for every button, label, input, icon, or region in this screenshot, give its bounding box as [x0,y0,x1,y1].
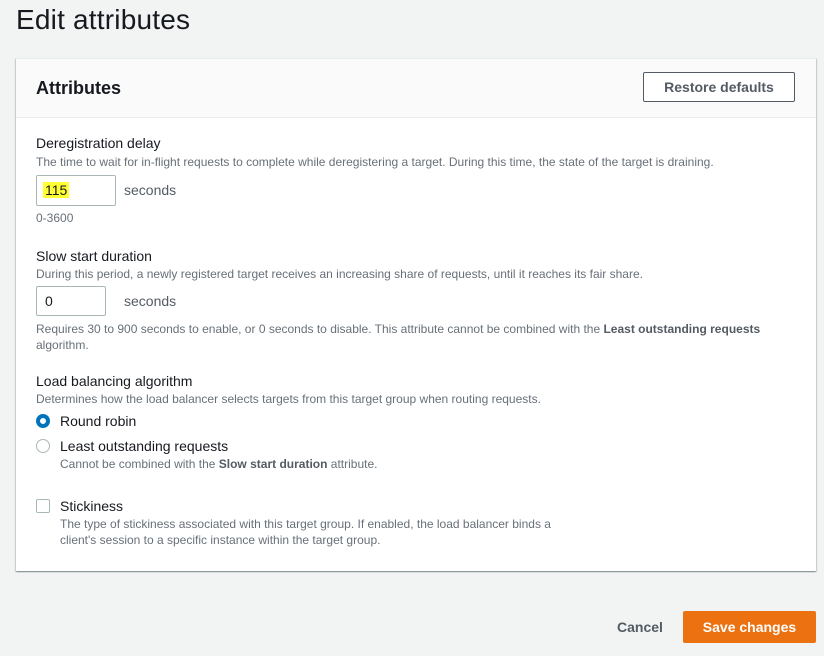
slow-start-duration-input[interactable]: 0 [36,286,106,316]
load-balancing-algorithm-label: Load balancing algorithm [36,373,193,389]
panel-header: Attributes Restore defaults [16,59,816,118]
stickiness-description-line1: The type of stickiness associated with t… [60,517,551,531]
least-outstanding-requests-radio[interactable] [36,439,50,453]
deregistration-delay-description: The time to wait for in-flight requests … [36,155,714,169]
deregistration-delay-unit: seconds [124,182,177,198]
stickiness-checkbox[interactable] [36,499,50,513]
load-balancing-algorithm-description: Determines how the load balancer selects… [36,392,541,406]
round-robin-radio[interactable] [36,414,50,428]
cancel-button[interactable]: Cancel [606,611,674,643]
page-title: Edit attributes [16,4,191,35]
deregistration-delay-constraint: 0-3600 [36,211,74,225]
save-changes-button[interactable]: Save changes [683,611,816,643]
least-outstanding-requests-label[interactable]: Least outstanding requests [60,438,228,454]
panel-title: Attributes [36,78,121,98]
slow-start-duration-unit: seconds [124,293,177,309]
restore-defaults-button[interactable]: Restore defaults [643,72,795,102]
deregistration-delay-label: Deregistration delay [36,135,161,151]
deregistration-delay-value: 115 [43,182,70,198]
slow-start-duration-label: Slow start duration [36,248,152,264]
least-outstanding-requests-note: Cannot be combined with the Slow start d… [60,457,378,471]
slow-start-duration-description: During this period, a newly registered t… [36,267,643,281]
round-robin-label[interactable]: Round robin [60,413,136,429]
stickiness-label[interactable]: Stickiness [60,498,123,514]
slow-start-duration-ref: Slow start duration [218,457,328,471]
slow-start-duration-hint: Requires 30 to 900 seconds to enable, or… [36,322,761,352]
least-outstanding-requests-ref: Least outstanding requests [603,322,761,336]
stickiness-description-line2: client's session to a specific instance … [60,533,381,547]
deregistration-delay-input[interactable]: 115 [36,175,116,206]
